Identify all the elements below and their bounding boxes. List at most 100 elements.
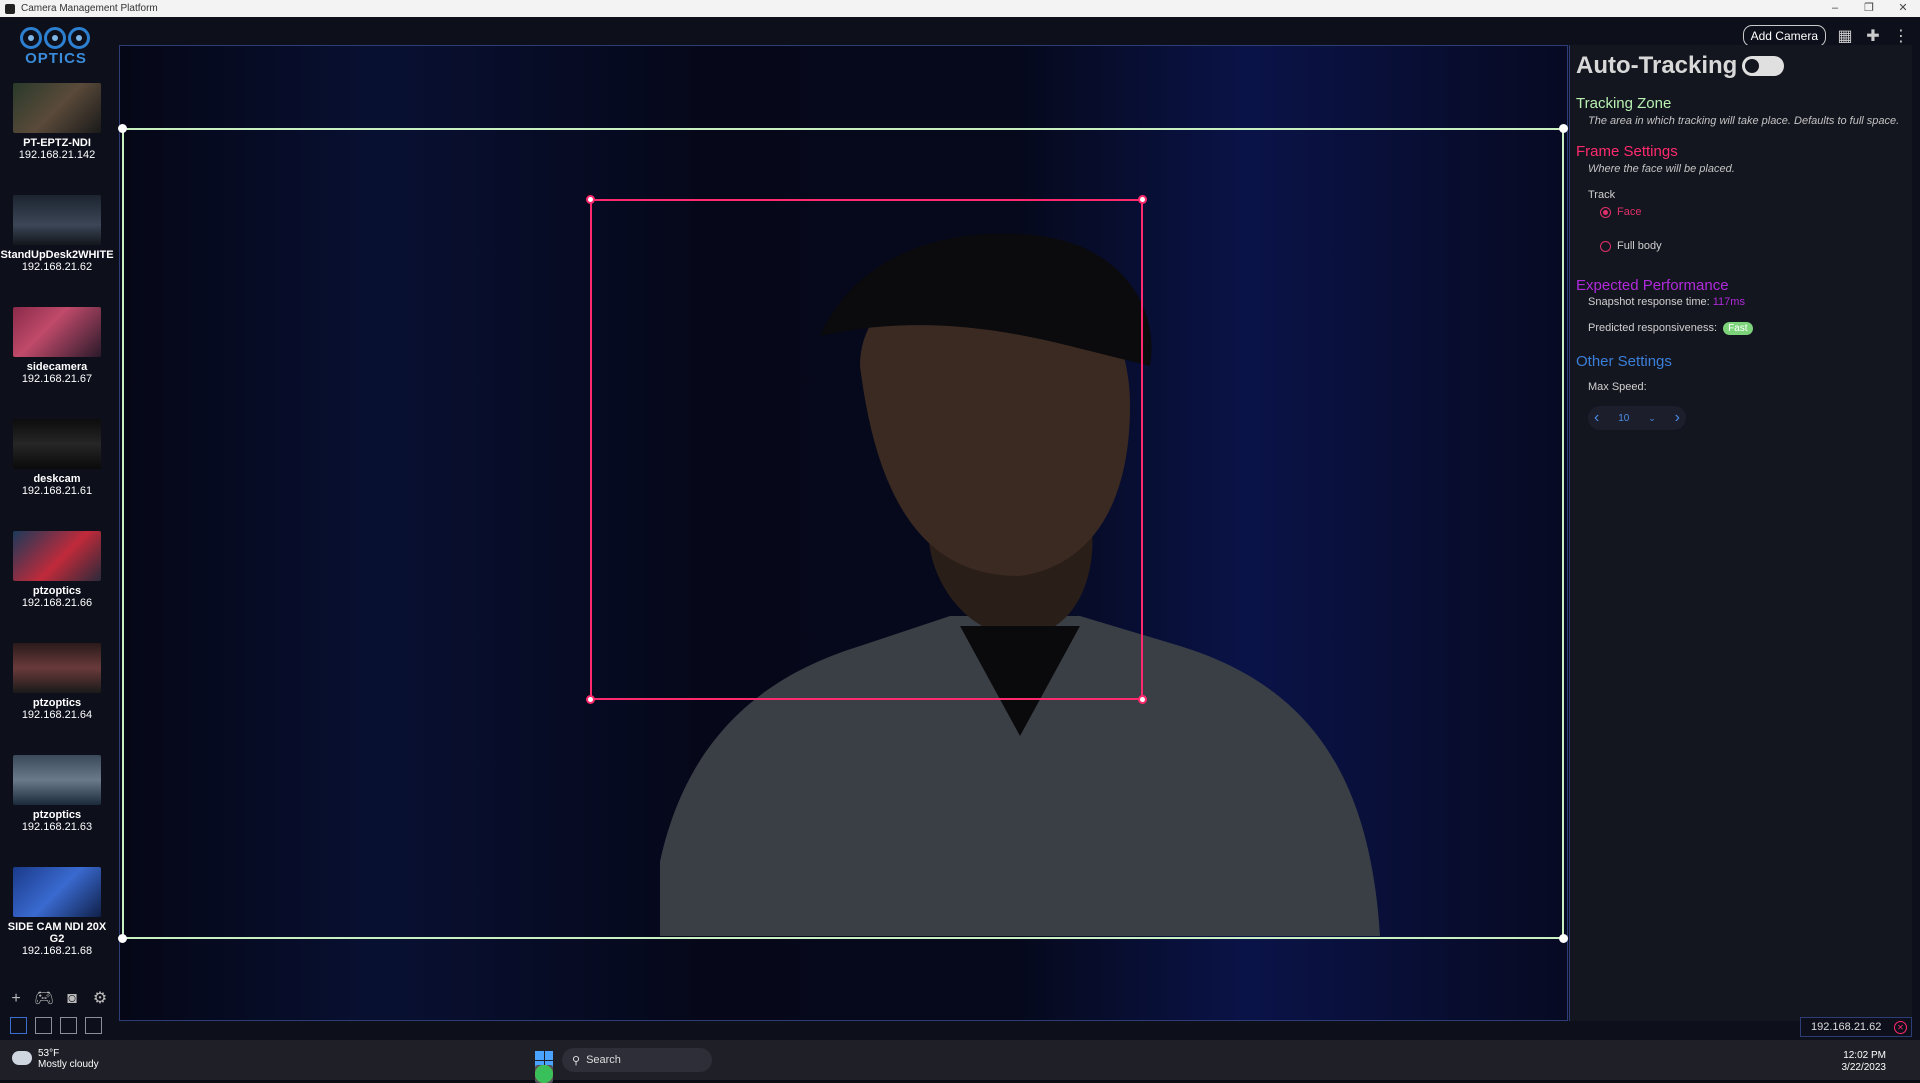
camera-name: ptzoptics [32,697,82,709]
camera-thumbnail [13,195,101,245]
camera-ip: 192.168.21.61 [21,485,93,497]
window-title: Camera Management Platform [21,3,158,14]
chevron-down-icon[interactable]: ⌄ [1648,413,1656,424]
gear-icon[interactable]: ⚙ [90,989,110,1009]
app-icon [5,3,15,14]
camera-thumbnail [13,531,101,581]
taskbar-clock[interactable]: 12:02 PM 3/22/2023 [1842,1050,1887,1074]
clock-date: 3/22/2023 [1841,1062,1887,1073]
camera-ip: 192.168.21.66 [21,597,93,609]
panel-title: Auto-Tracking [1576,52,1738,79]
camera-icon[interactable]: ◙ [62,989,82,1009]
top-toolbar: Add Camera ▦ ✚ ⋮ [1742,25,1910,47]
camera-name: ptzoptics [32,585,82,597]
camera-item[interactable]: StandUpDesk2WHITE 192.168.21.62 [0,195,114,274]
layout-three-icon[interactable] [60,1017,77,1034]
camera-thumbnail [13,307,101,357]
auto-tracking-panel: Auto-Tracking Tracking Zone The area in … [1569,45,1912,1021]
zone-handle[interactable] [1559,934,1568,943]
weather-temp: 53°F [38,1048,60,1059]
camera-thumbnail [13,643,101,693]
close-icon[interactable]: ✕ [1886,0,1920,17]
joystick-icon[interactable]: ✚ [1864,26,1882,46]
selected-camera-ip: 192.168.21.62 ✕ [1800,1017,1912,1037]
taskbar-search[interactable]: ⚲ Search [562,1048,712,1072]
update-icon[interactable] [535,1065,553,1083]
frame-handle[interactable] [1138,695,1147,704]
minimize-icon[interactable]: – [1818,0,1852,17]
taskbar-search-text: Search [586,1054,621,1066]
camera-item[interactable]: deskcam 192.168.21.61 [0,419,114,498]
ptzoptics-logo: OPTICS [20,27,92,71]
tracking-zone-desc: The area in which tracking will take pla… [1588,115,1900,127]
camera-item[interactable]: ptzoptics 192.168.21.63 [0,755,114,834]
close-icon[interactable]: ✕ [1894,1020,1907,1034]
responsiveness-row: Predicted responsiveness: Fast [1588,322,1753,335]
snapshot-label: Snapshot response time: [1588,296,1710,308]
zone-handle[interactable] [1559,124,1568,133]
gamepad-icon[interactable]: 🎮︎ [34,989,54,1009]
layout-switcher [10,1017,102,1034]
camera-name: StandUpDesk2WHITE [0,249,114,261]
window-titlebar: Camera Management Platform – ❐ ✕ [0,0,1920,17]
grid-icon[interactable]: ▦ [1836,26,1854,46]
track-label: Track [1588,189,1616,201]
layout-split-icon[interactable] [35,1017,52,1034]
responsiveness-label: Predicted responsiveness: [1588,322,1718,334]
chevron-left-icon[interactable]: ‹ [1594,409,1599,427]
weather-widget[interactable]: 53°F Mostly cloudy [12,1048,99,1070]
add-camera-button[interactable]: Add Camera [1742,25,1826,47]
more-vertical-icon[interactable]: ⋮ [1892,26,1910,46]
zone-handle[interactable] [118,934,127,943]
frame-settings-title: Frame Settings [1576,143,1678,160]
layout-single-icon[interactable] [10,1017,27,1034]
camera-ip: 192.168.21.63 [21,821,93,833]
camera-name: ptzoptics [32,809,82,821]
frame-handle[interactable] [586,195,595,204]
camera-thumbnail [13,83,101,133]
maximize-icon[interactable]: ❐ [1852,0,1886,17]
camera-thumbnail [13,755,101,805]
camera-name: SIDE CAM NDI 20X G2 [7,921,107,945]
frame-handle[interactable] [1138,195,1147,204]
windows-taskbar: 53°F Mostly cloudy ⚲ Search 12:02 PM 3/2… [0,1040,1920,1083]
face-frame-box[interactable] [586,195,1147,704]
camera-item[interactable]: ptzoptics 192.168.21.64 [0,643,114,722]
other-settings-title: Other Settings [1576,353,1672,370]
snapshot-value: 117ms [1712,296,1745,308]
camera-ip: 192.168.21.68 [21,945,93,957]
radio-full-body-dot[interactable] [1600,240,1611,252]
frame-handle[interactable] [586,695,595,704]
layout-quad-icon[interactable] [85,1017,102,1034]
performance-title: Expected Performance [1576,277,1729,294]
camera-ip: 192.168.21.142 [18,149,96,161]
taskbar-apps: ⚲ Search [535,1048,712,1083]
selected-ip-text: 192.168.21.62 [1811,1021,1882,1033]
camera-item[interactable]: ptzoptics 192.168.21.66 [0,531,114,610]
radio-face-dot[interactable] [1600,206,1611,218]
camera-item[interactable]: SIDE CAM NDI 20X G2 192.168.21.68 [0,867,114,958]
radio-face-label: Face [1617,206,1642,218]
max-speed-value[interactable]: 10 [1618,413,1629,424]
max-speed-label: Max Speed: [1588,381,1647,393]
tracking-zone-title: Tracking Zone [1576,95,1672,112]
camera-ip: 192.168.21.62 [21,261,93,273]
camera-item[interactable]: PT-EPTZ-NDI 192.168.21.142 [0,83,114,162]
radio-face[interactable]: Face [1600,206,1641,218]
camera-thumbnail [13,419,101,469]
radio-full-body-label: Full body [1617,240,1662,252]
chevron-right-icon[interactable]: › [1675,409,1680,427]
search-icon: ⚲ [572,1054,581,1067]
camera-item[interactable]: sidecamera 192.168.21.67 [0,307,114,386]
logo-text: OPTICS [25,50,87,67]
max-speed-stepper[interactable]: ‹ 10 ⌄ › [1588,406,1686,430]
auto-tracking-toggle[interactable] [1742,56,1784,76]
radio-full-body[interactable]: Full body [1600,240,1662,252]
camera-name: deskcam [33,473,81,485]
sidebar-toolbar: + 🎮︎ ◙ ⚙ [6,989,110,1009]
cloud-icon [12,1051,32,1065]
snapshot-row: Snapshot response time: 117ms [1588,296,1745,308]
frame-settings-desc: Where the face will be placed. [1588,163,1735,175]
zone-handle[interactable] [118,124,127,133]
plus-icon[interactable]: + [6,989,26,1009]
